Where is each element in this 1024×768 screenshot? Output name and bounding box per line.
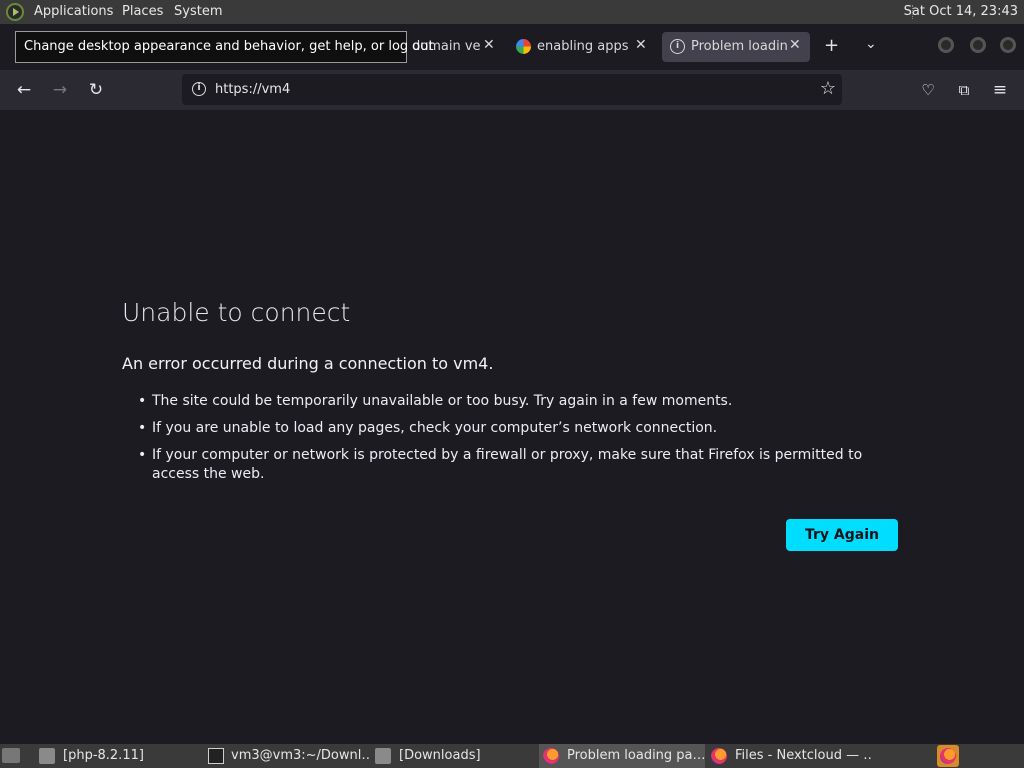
url-text[interactable]: https://vm4 — [215, 82, 290, 97]
taskbar-item-php[interactable]: [php-8.2.11] — [36, 744, 201, 768]
tab-enabling-apps[interactable]: enabling apps si ✕ — [508, 32, 656, 62]
task-label: Problem loading pa… — [567, 748, 705, 763]
info-icon: i — [670, 39, 685, 54]
hamburger-menu-icon[interactable]: ≡ — [988, 78, 1012, 102]
taskbar-item-firefox-nextcloud[interactable]: Files - Nextcloud — … — [707, 744, 873, 768]
applications-menu[interactable]: Applications — [34, 4, 113, 19]
list-item: If you are unable to load any pages, che… — [138, 419, 904, 438]
task-label: [Downloads] — [399, 748, 481, 763]
close-window-icon[interactable] — [1000, 37, 1016, 53]
try-again-button[interactable]: Try Again — [786, 519, 898, 551]
google-icon — [516, 39, 531, 54]
back-arrow-icon[interactable]: ← — [12, 78, 36, 102]
tab-problem-loading[interactable]: i Problem loading ✕ — [662, 32, 810, 62]
firefox-icon — [711, 748, 727, 764]
system-menu-tooltip: Change desktop appearance and behavior, … — [15, 31, 434, 63]
list-item: The site could be temporarily unavailabl… — [138, 392, 904, 411]
close-icon[interactable]: ✕ — [789, 37, 801, 53]
extensions-puzzle-icon[interactable]: ⧉ — [952, 78, 976, 102]
nav-toolbar: ← → ↻ i https://vm4 ☆ ♡ ⧉ ≡ — [0, 70, 1024, 110]
error-description: An error occurred during a connection to… — [122, 354, 494, 373]
maximize-window-icon[interactable] — [970, 37, 986, 53]
folder-icon — [375, 748, 391, 764]
clock[interactable]: Sat Oct 14, 23:43 — [904, 4, 1018, 19]
pocket-icon[interactable]: ♡ — [916, 78, 940, 102]
top-panel: Applications Places System Sat Oct 14, 2… — [0, 0, 1024, 24]
task-label: Files - Nextcloud — … — [735, 748, 873, 763]
new-tab-plus-icon[interactable]: + — [824, 35, 839, 56]
error-suggestions: The site could be temporarily unavailabl… — [138, 392, 904, 492]
list-item: If your computer or network is protected… — [138, 446, 904, 484]
list-all-tabs-chevron-down-icon[interactable]: ⌄ — [865, 36, 877, 52]
tab-label: enabling apps si — [537, 39, 632, 54]
places-menu[interactable]: Places — [122, 4, 163, 19]
forward-arrow-icon[interactable]: → — [48, 78, 72, 102]
firefox-icon — [940, 748, 956, 764]
error-page: Unable to connect An error occurred duri… — [0, 110, 1024, 744]
show-desktop-icon[interactable] — [2, 748, 20, 763]
error-title: Unable to connect — [122, 298, 351, 327]
bottom-panel: [php-8.2.11] vm3@vm3:~/Downl… [Downloads… — [0, 744, 1024, 768]
tray-firefox-launcher[interactable] — [937, 745, 959, 767]
firefox-icon — [543, 748, 559, 764]
system-menu[interactable]: System — [174, 4, 222, 19]
taskbar-item-firefox-problem[interactable]: Problem loading pa… — [539, 744, 705, 768]
site-info-icon[interactable]: i — [192, 82, 206, 96]
tab-label: Problem loading — [691, 39, 787, 54]
taskbar-item-terminal[interactable]: vm3@vm3:~/Downl… — [204, 744, 370, 768]
task-label: [php-8.2.11] — [63, 748, 144, 763]
close-icon[interactable]: ✕ — [483, 37, 495, 53]
url-bar[interactable]: i https://vm4 ☆ — [182, 74, 842, 105]
task-label: vm3@vm3:~/Downl… — [231, 748, 370, 763]
close-icon[interactable]: ✕ — [635, 37, 647, 53]
distro-logo-icon[interactable] — [6, 3, 24, 21]
bookmark-star-icon[interactable]: ☆ — [820, 78, 836, 99]
minimize-window-icon[interactable] — [938, 37, 954, 53]
folder-icon — [39, 748, 55, 764]
reload-icon[interactable]: ↻ — [84, 78, 108, 102]
terminal-icon — [208, 748, 224, 764]
taskbar-item-downloads[interactable]: [Downloads] — [372, 744, 536, 768]
